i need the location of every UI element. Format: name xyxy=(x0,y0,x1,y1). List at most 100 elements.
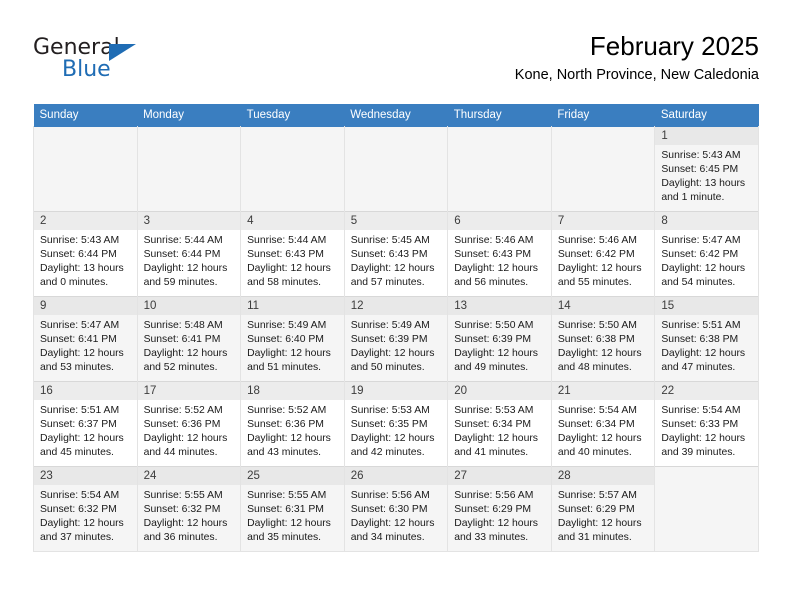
sunset-text: Sunset: 6:33 PM xyxy=(661,419,739,430)
calendar-day-cell[interactable]: 28 Sunrise: 5:57 AM Sunset: 6:29 PM Dayligh… xyxy=(550,466,656,552)
sunset-text: Sunset: 6:39 PM xyxy=(454,334,532,345)
calendar-day-cell[interactable]: 6 Sunrise: 5:46 AM Sunset: 6:43 PM Daylight… xyxy=(447,211,552,297)
daylight-text: Daylight: 12 hours and 57 minutes. xyxy=(350,263,435,288)
daylight-text: Daylight: 12 hours and 33 minutes. xyxy=(454,518,538,543)
calendar-day-cell-empty xyxy=(33,126,138,212)
sunrise-text: Sunrise: 5:45 AM xyxy=(350,235,430,246)
daylight-text: Daylight: 12 hours and 34 minutes. xyxy=(350,518,435,543)
day-details: Sunrise: 5:57 AM Sunset: 6:29 PM Daylight:… xyxy=(552,485,655,545)
day-details: Sunrise: 5:53 AM Sunset: 6:35 PM Daylight:… xyxy=(345,400,448,460)
calendar-week-row: 23 Sunrise: 5:54 AM Sunset: 6:32 PM Dayligh… xyxy=(33,466,759,552)
calendar-page: General Blue February 2025 Kone, North P… xyxy=(0,0,792,612)
day-number: 8 xyxy=(655,212,758,230)
day-details: Sunrise: 5:53 AM Sunset: 6:34 PM Daylight:… xyxy=(448,400,551,460)
day-number: 14 xyxy=(551,297,655,315)
daylight-text: Daylight: 12 hours and 45 minutes. xyxy=(40,433,124,458)
daylight-text: Daylight: 12 hours and 41 minutes. xyxy=(454,433,538,458)
day-details: Sunrise: 5:50 AM Sunset: 6:39 PM Daylight:… xyxy=(448,315,551,375)
daylight-text: Daylight: 12 hours and 43 minutes. xyxy=(247,433,331,458)
daylight-text: Daylight: 12 hours and 52 minutes. xyxy=(143,348,228,373)
sunrise-text: Sunrise: 5:53 AM xyxy=(454,405,534,416)
calendar-day-cell[interactable]: 10 Sunrise: 5:48 AM Sunset: 6:41 PM Dayligh… xyxy=(136,296,242,382)
daylight-text: Daylight: 12 hours and 39 minutes. xyxy=(661,433,746,458)
calendar-week-row: 1 Sunrise: 5:43 AM Sunset: 6:45 PM Daylight… xyxy=(33,126,759,212)
day-details: Sunrise: 5:54 AM Sunset: 6:34 PM Daylight:… xyxy=(552,400,655,460)
sunset-text: Sunset: 6:41 PM xyxy=(143,334,221,345)
calendar-day-cell-empty xyxy=(447,126,552,212)
calendar-day-cell[interactable]: 8 Sunrise: 5:47 AM Sunset: 6:42 PM Daylight… xyxy=(654,211,759,297)
sunrise-text: Sunrise: 5:55 AM xyxy=(143,490,223,501)
sunrise-text: Sunrise: 5:43 AM xyxy=(40,235,120,246)
calendar-day-cell[interactable]: 20 Sunrise: 5:53 AM Sunset: 6:34 PM Dayligh… xyxy=(447,381,552,467)
calendar-day-cell[interactable]: 23 Sunrise: 5:54 AM Sunset: 6:32 PM Dayligh… xyxy=(33,466,138,552)
day-number: 27 xyxy=(448,467,551,485)
calendar-day-cell[interactable]: 9 Sunrise: 5:47 AM Sunset: 6:41 PM Daylight… xyxy=(33,296,138,382)
day-details: Sunrise: 5:49 AM Sunset: 6:39 PM Daylight:… xyxy=(345,315,448,375)
calendar-day-cell[interactable]: 11 Sunrise: 5:49 AM Sunset: 6:40 PM Dayligh… xyxy=(240,296,345,382)
calendar-day-cell[interactable]: 27 Sunrise: 5:56 AM Sunset: 6:29 PM Dayligh… xyxy=(447,466,552,552)
daylight-text: Daylight: 12 hours and 37 minutes. xyxy=(40,518,124,543)
calendar-day-cell[interactable]: 19 Sunrise: 5:53 AM Sunset: 6:35 PM Dayligh… xyxy=(343,381,449,467)
calendar-day-cell[interactable]: 21 Sunrise: 5:54 AM Sunset: 6:34 PM Dayligh… xyxy=(550,381,656,467)
calendar-day-cell[interactable]: 14 Sunrise: 5:50 AM Sunset: 6:38 PM Dayligh… xyxy=(550,296,656,382)
calendar-day-cell-empty xyxy=(550,126,656,212)
weekday-header-thursday: Thursday xyxy=(447,104,552,127)
calendar-day-cell[interactable]: 18 Sunrise: 5:52 AM Sunset: 6:36 PM Dayligh… xyxy=(240,381,345,467)
calendar-body: 1 Sunrise: 5:43 AM Sunset: 6:45 PM Daylight… xyxy=(33,126,759,552)
calendar-day-cell[interactable]: 24 Sunrise: 5:55 AM Sunset: 6:32 PM Dayligh… xyxy=(136,466,242,552)
sunset-text: Sunset: 6:37 PM xyxy=(40,419,117,430)
calendar-day-cell-empty xyxy=(136,126,242,212)
page-title: February 2025 xyxy=(589,31,759,61)
sunset-text: Sunset: 6:38 PM xyxy=(661,334,739,345)
daylight-text: Daylight: 12 hours and 56 minutes. xyxy=(454,263,538,288)
day-details: Sunrise: 5:54 AM Sunset: 6:33 PM Daylight:… xyxy=(655,400,758,460)
calendar-header-row: Sunday Monday Tuesday Wednesday Thursday… xyxy=(33,104,759,127)
calendar-day-cell[interactable]: 12 Sunrise: 5:49 AM Sunset: 6:39 PM Dayligh… xyxy=(343,296,449,382)
sunset-text: Sunset: 6:43 PM xyxy=(247,249,324,260)
sunrise-text: Sunrise: 5:46 AM xyxy=(557,235,637,246)
brand-logo[interactable]: General Blue xyxy=(33,35,203,93)
calendar-day-cell[interactable]: 15 Sunrise: 5:51 AM Sunset: 6:38 PM Dayligh… xyxy=(654,296,759,382)
calendar-day-cell[interactable]: 22 Sunrise: 5:54 AM Sunset: 6:33 PM Dayligh… xyxy=(654,381,759,467)
day-details: Sunrise: 5:51 AM Sunset: 6:37 PM Daylight:… xyxy=(34,400,137,460)
day-number: 6 xyxy=(448,212,551,230)
calendar-day-cell[interactable]: 5 Sunrise: 5:45 AM Sunset: 6:43 PM Daylight… xyxy=(343,211,449,297)
calendar-week-row: 9 Sunrise: 5:47 AM Sunset: 6:41 PM Daylight… xyxy=(33,296,759,382)
calendar-day-cell[interactable]: 7 Sunrise: 5:46 AM Sunset: 6:42 PM Daylight… xyxy=(550,211,656,297)
day-number: 24 xyxy=(137,467,241,485)
day-details: Sunrise: 5:52 AM Sunset: 6:36 PM Daylight:… xyxy=(138,400,241,460)
calendar-day-cell[interactable]: 26 Sunrise: 5:56 AM Sunset: 6:30 PM Dayligh… xyxy=(343,466,449,552)
sunrise-text: Sunrise: 5:50 AM xyxy=(557,320,637,331)
calendar-day-cell[interactable]: 13 Sunrise: 5:50 AM Sunset: 6:39 PM Dayligh… xyxy=(447,296,552,382)
day-number xyxy=(552,127,655,145)
calendar-day-cell[interactable]: 2 Sunrise: 5:43 AM Sunset: 6:44 PM Daylight… xyxy=(33,211,138,297)
calendar-day-cell[interactable]: 17 Sunrise: 5:52 AM Sunset: 6:36 PM Dayligh… xyxy=(136,381,242,467)
daylight-text: Daylight: 12 hours and 40 minutes. xyxy=(557,433,642,458)
sunrise-text: Sunrise: 5:44 AM xyxy=(143,235,223,246)
calendar-day-cell[interactable]: 25 Sunrise: 5:55 AM Sunset: 6:31 PM Dayligh… xyxy=(240,466,345,552)
day-number xyxy=(448,127,551,145)
day-details: Sunrise: 5:50 AM Sunset: 6:38 PM Daylight:… xyxy=(552,315,655,375)
day-number: 16 xyxy=(34,382,137,400)
calendar-week-row: 2 Sunrise: 5:43 AM Sunset: 6:44 PM Daylight… xyxy=(33,211,759,297)
sunset-text: Sunset: 6:30 PM xyxy=(350,504,428,515)
sunset-text: Sunset: 6:31 PM xyxy=(247,504,324,515)
weekday-header-wednesday: Wednesday xyxy=(344,104,448,127)
brand-triangle-icon xyxy=(109,44,136,61)
calendar-day-cell[interactable]: 4 Sunrise: 5:44 AM Sunset: 6:43 PM Daylight… xyxy=(240,211,345,297)
calendar-day-cell[interactable]: 3 Sunrise: 5:44 AM Sunset: 6:44 PM Daylight… xyxy=(136,211,242,297)
day-number: 19 xyxy=(344,382,448,400)
calendar-day-cell[interactable]: 16 Sunrise: 5:51 AM Sunset: 6:37 PM Dayligh… xyxy=(33,381,138,467)
sunrise-text: Sunrise: 5:44 AM xyxy=(247,235,327,246)
sunset-text: Sunset: 6:29 PM xyxy=(557,504,635,515)
sunrise-text: Sunrise: 5:56 AM xyxy=(454,490,534,501)
day-number: 12 xyxy=(344,297,448,315)
sunrise-text: Sunrise: 5:46 AM xyxy=(454,235,534,246)
sunset-text: Sunset: 6:43 PM xyxy=(454,249,532,260)
calendar-week-row: 16 Sunrise: 5:51 AM Sunset: 6:37 PM Dayligh… xyxy=(33,381,759,467)
calendar-day-cell[interactable]: 1 Sunrise: 5:43 AM Sunset: 6:45 PM Daylight… xyxy=(654,126,759,212)
day-number xyxy=(241,127,344,145)
sunrise-text: Sunrise: 5:56 AM xyxy=(350,490,430,501)
weekday-header-friday: Friday xyxy=(551,104,655,127)
day-details: Sunrise: 5:51 AM Sunset: 6:38 PM Daylight:… xyxy=(655,315,758,375)
